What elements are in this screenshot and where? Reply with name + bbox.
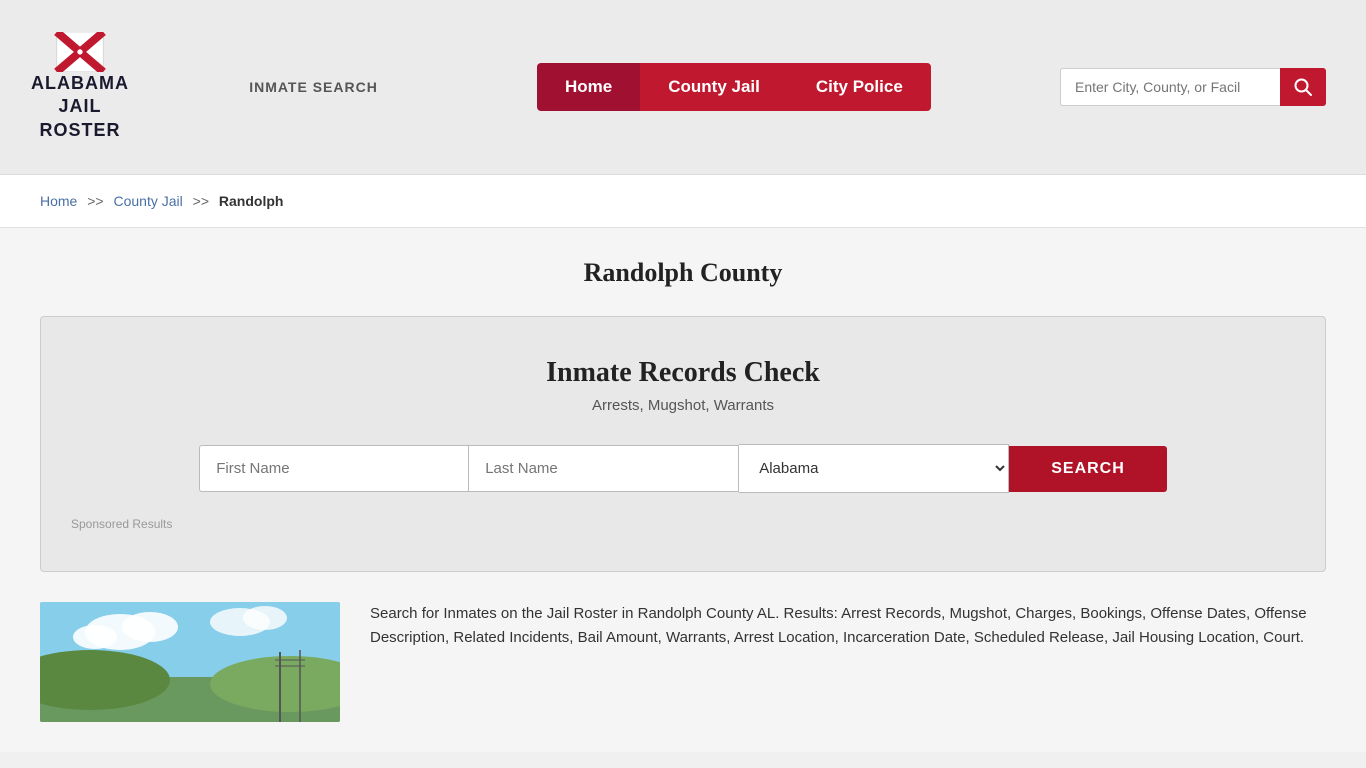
header-search-input[interactable]: [1060, 68, 1280, 106]
sponsored-label: Sponsored Results: [71, 517, 1295, 531]
breadcrumb-sep2: >>: [193, 193, 209, 209]
landscape-image: [40, 602, 340, 722]
logo-area: ALABAMA JAIL ROSTER: [40, 32, 120, 142]
search-icon: [1294, 78, 1312, 96]
records-check-box: Inmate Records Check Arrests, Mugshot, W…: [40, 316, 1326, 572]
bottom-description: Search for Inmates on the Jail Roster in…: [370, 602, 1326, 650]
last-name-input[interactable]: [469, 445, 739, 492]
header-search-area: [1060, 68, 1326, 106]
records-check-subtitle: Arrests, Mugshot, Warrants: [71, 397, 1295, 414]
county-jail-nav-button[interactable]: County Jail: [640, 63, 788, 111]
main-nav: Home County Jail City Police: [537, 63, 931, 111]
main-content: Randolph County Inmate Records Check Arr…: [0, 228, 1366, 752]
breadcrumb-county-jail[interactable]: County Jail: [114, 193, 183, 209]
city-police-nav-button[interactable]: City Police: [788, 63, 931, 111]
breadcrumb-home[interactable]: Home: [40, 193, 77, 209]
breadcrumb-bar: Home >> County Jail >> Randolph: [0, 175, 1366, 228]
page-title: Randolph County: [40, 258, 1326, 288]
alabama-flag-icon: [45, 32, 115, 72]
breadcrumb-sep1: >>: [87, 193, 103, 209]
breadcrumb-current: Randolph: [219, 193, 284, 209]
records-search-form: Alabama Alaska Arizona Arkansas Californ…: [71, 444, 1295, 493]
first-name-input[interactable]: [199, 445, 469, 492]
site-header: ALABAMA JAIL ROSTER INMATE SEARCH Home C…: [0, 0, 1366, 175]
county-image: [40, 602, 340, 722]
logo-image: ALABAMA JAIL ROSTER: [40, 32, 120, 142]
records-check-title: Inmate Records Check: [71, 357, 1295, 389]
inmate-search-link[interactable]: INMATE SEARCH: [249, 79, 378, 95]
breadcrumb: Home >> County Jail >> Randolph: [40, 193, 1326, 209]
records-search-button[interactable]: SEARCH: [1009, 446, 1167, 492]
state-select[interactable]: Alabama Alaska Arizona Arkansas Californ…: [739, 444, 1009, 493]
header-search-button[interactable]: [1280, 68, 1326, 106]
logo-text: ALABAMA JAIL ROSTER: [31, 72, 129, 142]
bottom-section: Search for Inmates on the Jail Roster in…: [40, 602, 1326, 722]
logo-title-line1: ALABAMA: [31, 72, 129, 95]
home-nav-button[interactable]: Home: [537, 63, 640, 111]
logo-title-line2: JAIL ROSTER: [31, 95, 129, 142]
